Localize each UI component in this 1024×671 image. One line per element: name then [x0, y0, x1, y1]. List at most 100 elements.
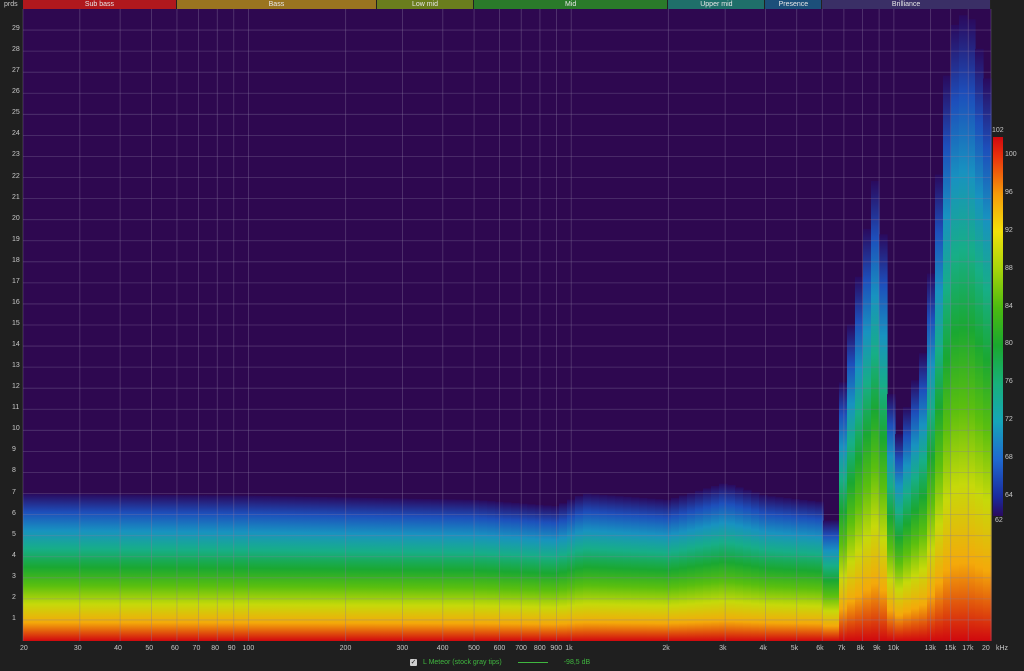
- heatmap-column: [199, 495, 208, 641]
- x-tick-label: 2k: [662, 645, 670, 652]
- y-tick-label: 1: [12, 614, 16, 622]
- heatmap-column: [71, 494, 80, 641]
- color-scale-bar: [993, 137, 1003, 516]
- heatmap-column: [607, 495, 616, 641]
- heatmap-column: [143, 494, 152, 641]
- heatmap-column: [671, 497, 680, 641]
- y-tick-label: 28: [12, 46, 20, 54]
- heatmap-column: [183, 495, 192, 641]
- heatmap-column: [527, 504, 536, 641]
- x-tick-label: 20: [20, 645, 28, 652]
- x-tick-label: 8k: [856, 645, 864, 652]
- color-scale-label: 88: [1005, 264, 1013, 272]
- heatmap-column: [319, 497, 328, 641]
- heatmap-column: [695, 490, 704, 641]
- heatmap-column: [775, 497, 784, 641]
- heatmap-column: [55, 493, 64, 641]
- y-tick-label: 18: [12, 256, 20, 264]
- heatmap-column: [287, 496, 296, 641]
- heatmap-column: [279, 496, 288, 641]
- y-tick-label: 13: [12, 362, 20, 370]
- y-tick-label: 23: [12, 151, 20, 159]
- x-axis-unit: kHz: [996, 645, 1009, 652]
- heatmap-column: [583, 493, 592, 641]
- heatmap-column: [223, 495, 232, 641]
- heatmap-column: [575, 496, 584, 641]
- y-tick-label: 16: [12, 298, 20, 306]
- heatmap-column: [23, 493, 32, 641]
- y-tick-label: 5: [12, 530, 16, 538]
- heatmap-column: [847, 324, 856, 641]
- y-tick-label: 20: [12, 214, 20, 222]
- x-tick-label: 600: [493, 645, 506, 652]
- color-scale-label: 100: [1005, 150, 1017, 158]
- heatmap-column: [335, 497, 344, 641]
- heatmap-column: [63, 493, 72, 641]
- y-tick-label: 26: [12, 88, 20, 96]
- heatmap-column: [303, 496, 312, 641]
- heatmap-column: [887, 394, 896, 641]
- heatmap-column: [47, 493, 56, 641]
- heatmap-column: [87, 494, 96, 641]
- legend[interactable]: ✓ L Meteor (stock gray tips) -98,5 dB: [410, 656, 590, 668]
- heatmap-column: [551, 506, 560, 641]
- heatmap-column: [327, 497, 336, 641]
- heatmap-column: [871, 181, 880, 641]
- y-tick-label: 6: [12, 509, 16, 517]
- heatmap-column: [927, 273, 936, 641]
- heatmap-column: [351, 497, 360, 641]
- x-tick-label: 300: [396, 645, 409, 652]
- heatmap-column: [935, 174, 944, 642]
- heatmap-column: [687, 493, 696, 641]
- x-tick-label: 7k: [837, 645, 846, 652]
- color-scale-label: 96: [1005, 188, 1013, 196]
- heatmap-column: [599, 494, 608, 641]
- color-scale-label: 80: [1005, 340, 1013, 348]
- heatmap-column: [135, 494, 144, 641]
- y-tick-label: 27: [12, 67, 20, 75]
- color-scale-label: 102: [992, 127, 1004, 134]
- heatmap-column: [591, 494, 600, 641]
- y-tick-label: 24: [12, 130, 20, 138]
- waterfall-chart: [22, 9, 1003, 642]
- heatmap-column: [703, 488, 712, 641]
- heatmap-column: [31, 493, 40, 641]
- y-tick-label: 4: [12, 551, 16, 559]
- heatmap-column: [895, 434, 904, 641]
- series-checkbox[interactable]: ✓: [410, 658, 417, 666]
- heatmap-column: [39, 493, 48, 641]
- x-tick-label: 800: [533, 645, 546, 652]
- x-tick-label: 500: [468, 645, 480, 652]
- heatmap-column: [79, 494, 88, 641]
- heatmap-column: [919, 353, 928, 641]
- heatmap-column: [863, 228, 872, 641]
- x-tick-label: 200: [339, 645, 352, 652]
- heatmap-column: [159, 494, 168, 641]
- heatmap-column: [623, 496, 632, 641]
- y-tick-label: 17: [12, 277, 20, 285]
- x-tick-label: 6k: [816, 645, 824, 652]
- heatmap-column: [519, 503, 528, 641]
- x-tick-label: 4k: [759, 645, 767, 652]
- x-tick-label: 60: [170, 645, 179, 652]
- x-tick-label: 13k: [924, 645, 936, 652]
- heatmap-column: [255, 495, 264, 641]
- heatmap-column: [743, 489, 752, 641]
- heatmap-column: [831, 520, 840, 641]
- color-scale-label: 62: [995, 517, 1003, 524]
- heatmap-column: [711, 486, 720, 641]
- x-tick-label: 90: [227, 645, 236, 652]
- heatmap-column: [679, 495, 688, 641]
- x-tick-label: 20: [982, 645, 990, 652]
- heatmap-column: [839, 382, 848, 641]
- heatmap-column: [343, 497, 352, 641]
- heatmap-column: [903, 407, 912, 641]
- y-tick-label: 8: [12, 467, 16, 475]
- heatmap-column: [311, 496, 320, 641]
- heatmap-column: [175, 494, 184, 641]
- heatmap-column: [543, 505, 552, 641]
- heatmap-column: [719, 483, 728, 641]
- heatmap-column: [727, 484, 736, 641]
- x-tick-label: 1k: [565, 645, 573, 652]
- y-tick-label: 15: [12, 320, 20, 327]
